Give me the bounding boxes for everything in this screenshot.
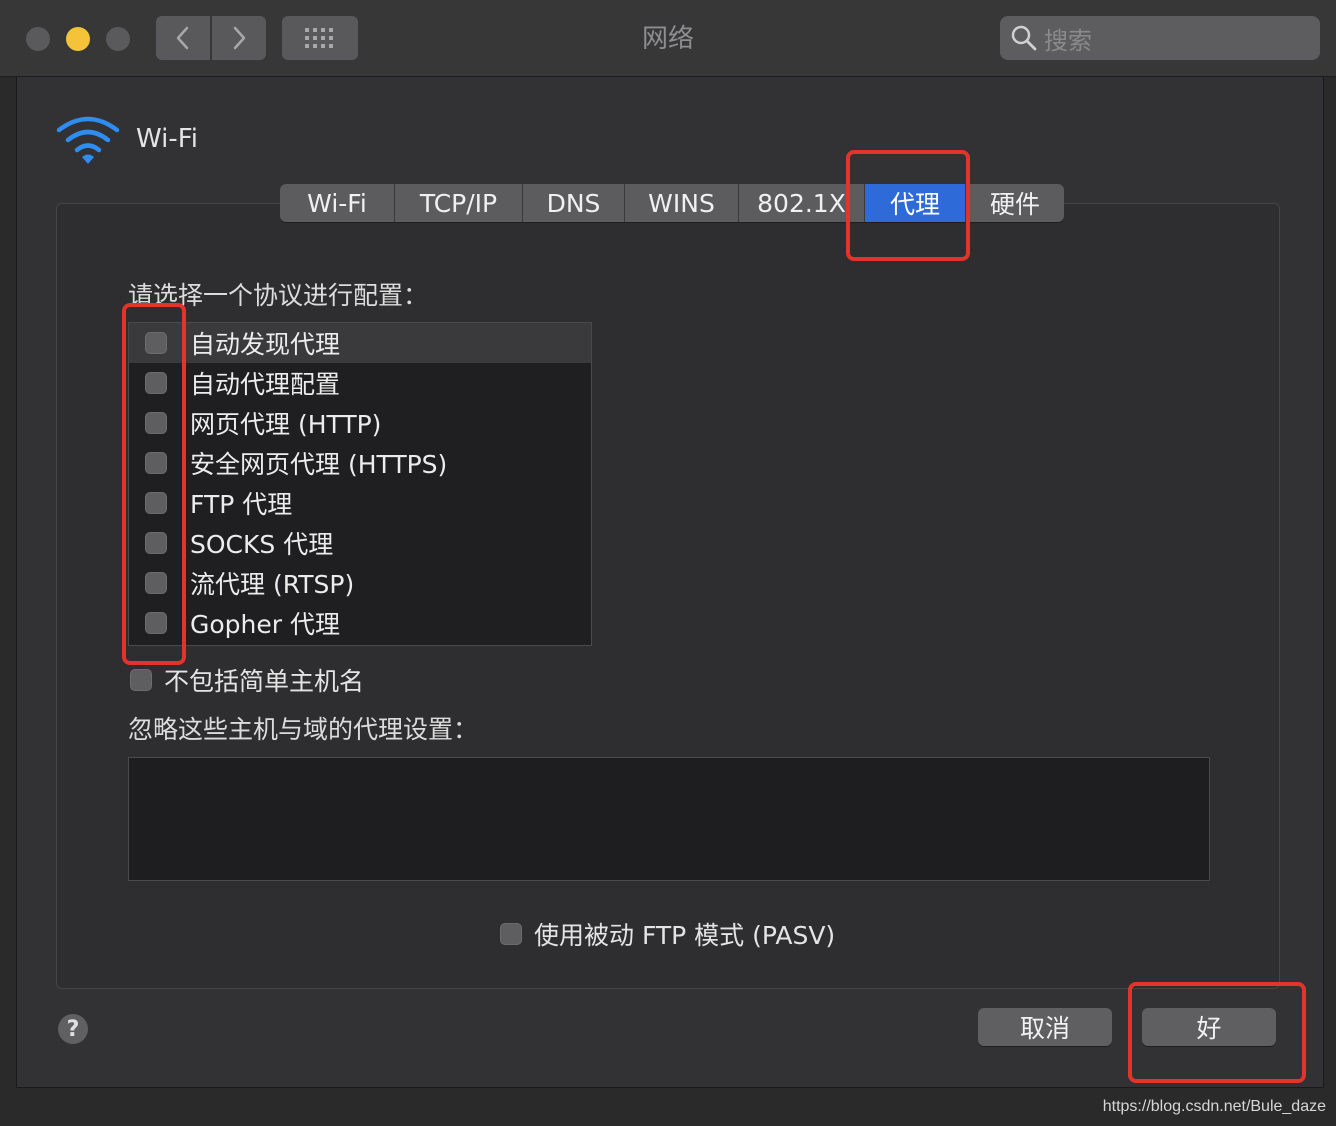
exclude-simple-hostnames-checkbox[interactable] xyxy=(130,669,152,691)
protocol-list[interactable]: 自动发现代理 自动代理配置 网页代理 (HTTP) 安全网页代理 (HTTPS)… xyxy=(128,322,592,646)
annotation-box-checkboxes xyxy=(122,303,186,665)
protocol-row[interactable]: 自动代理配置 xyxy=(129,363,591,403)
passive-ftp[interactable]: 使用被动 FTP 模式 (PASV) xyxy=(500,916,835,952)
annotation-box-ok-button xyxy=(1128,982,1306,1083)
passive-ftp-checkbox[interactable] xyxy=(500,923,522,945)
protocol-label: 自动发现代理 xyxy=(190,330,341,359)
tab-wifi[interactable]: Wi-Fi xyxy=(280,184,395,222)
protocol-row[interactable]: 流代理 (RTSP) xyxy=(129,563,591,603)
bypass-hosts-field[interactable] xyxy=(128,757,1210,881)
protocol-row[interactable]: Gopher 代理 xyxy=(129,603,591,643)
search-icon xyxy=(1011,25,1037,51)
protocol-label: 安全网页代理 (HTTPS) xyxy=(190,450,448,479)
protocol-row[interactable]: 自动发现代理 xyxy=(129,323,591,363)
help-button[interactable]: ? xyxy=(58,1014,88,1044)
interface-name: Wi-Fi xyxy=(136,124,199,154)
exclude-simple-hostnames-label: 不包括简单主机名 xyxy=(164,667,365,696)
cancel-button[interactable]: 取消 xyxy=(978,1008,1112,1046)
exclude-simple-hostnames[interactable]: 不包括简单主机名 xyxy=(130,662,364,698)
tab-hardware[interactable]: 硬件 xyxy=(966,184,1064,222)
tab-dns[interactable]: DNS xyxy=(523,184,625,222)
protocol-label: SOCKS 代理 xyxy=(190,530,334,559)
tab-wins[interactable]: WINS xyxy=(625,184,739,222)
search-placeholder: 搜索 xyxy=(1044,26,1092,55)
protocol-row[interactable]: SOCKS 代理 xyxy=(129,523,591,563)
search-field[interactable]: 搜索 xyxy=(1000,16,1320,60)
wifi-icon xyxy=(56,116,120,164)
protocol-label: Gopher 代理 xyxy=(190,610,340,639)
protocol-row[interactable]: 安全网页代理 (HTTPS) xyxy=(129,443,591,483)
protocol-row[interactable]: FTP 代理 xyxy=(129,483,591,523)
passive-ftp-label: 使用被动 FTP 模式 (PASV) xyxy=(534,921,836,950)
annotation-box-proxy-tab xyxy=(846,150,970,261)
protocol-label: FTP 代理 xyxy=(190,490,293,519)
protocol-row[interactable]: 网页代理 (HTTP) xyxy=(129,403,591,443)
bypass-label: 忽略这些主机与域的代理设置： xyxy=(128,715,479,744)
title-bar: 网络 搜索 xyxy=(0,0,1336,77)
protocol-label: 网页代理 (HTTP) xyxy=(190,410,382,439)
protocol-label: 流代理 (RTSP) xyxy=(190,570,355,599)
protocol-label: 自动代理配置 xyxy=(190,370,341,399)
watermark: https://blog.csdn.net/Bule_daze xyxy=(1102,1098,1326,1115)
tab-tcpip[interactable]: TCP/IP xyxy=(395,184,523,222)
